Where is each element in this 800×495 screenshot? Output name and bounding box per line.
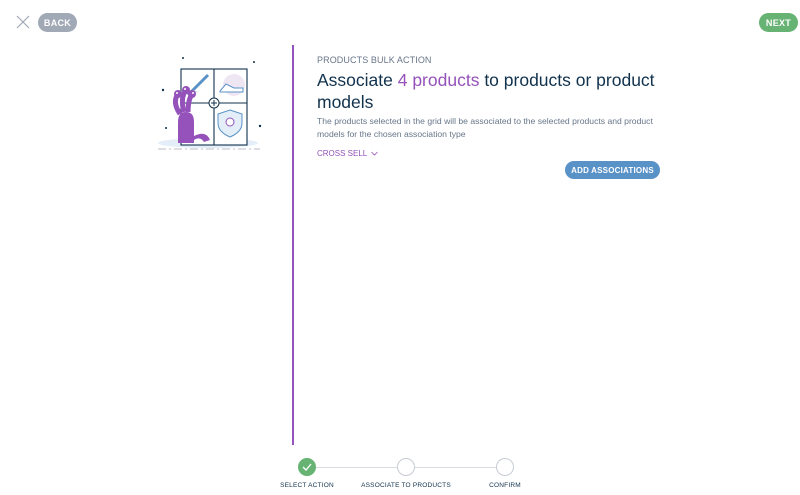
add-associations-button[interactable]: ADD ASSOCIATIONS bbox=[565, 161, 660, 179]
stepper-line bbox=[316, 467, 398, 468]
title-product-count: 4 products bbox=[397, 70, 480, 90]
bulk-action-illustration bbox=[158, 57, 262, 150]
page-description: The products selected in the grid will b… bbox=[317, 116, 653, 139]
page-kicker: PRODUCTS BULK ACTION bbox=[317, 55, 432, 65]
step-select-action-label: SELECT ACTION bbox=[280, 482, 334, 489]
close-icon[interactable] bbox=[14, 13, 32, 31]
association-type-select[interactable]: CROSS SELL bbox=[317, 149, 379, 158]
page-title: Associate 4 products to products or prod… bbox=[317, 69, 667, 113]
stepper-line bbox=[415, 467, 497, 468]
back-button[interactable]: BACK bbox=[38, 13, 77, 32]
title-prefix: Associate bbox=[317, 70, 398, 90]
step-associate-indicator bbox=[397, 458, 415, 476]
divider-line bbox=[292, 45, 294, 445]
chevron-down-icon bbox=[371, 151, 379, 156]
step-confirm-label: CONFIRM bbox=[489, 482, 521, 489]
step-confirm-indicator bbox=[496, 458, 514, 476]
step-select-action-indicator bbox=[298, 458, 316, 476]
check-icon bbox=[302, 463, 312, 471]
association-type-value: CROSS SELL bbox=[317, 149, 368, 158]
step-associate-label: ASSOCIATE TO PRODUCTS bbox=[361, 482, 451, 489]
next-button[interactable]: NEXT bbox=[759, 13, 798, 32]
